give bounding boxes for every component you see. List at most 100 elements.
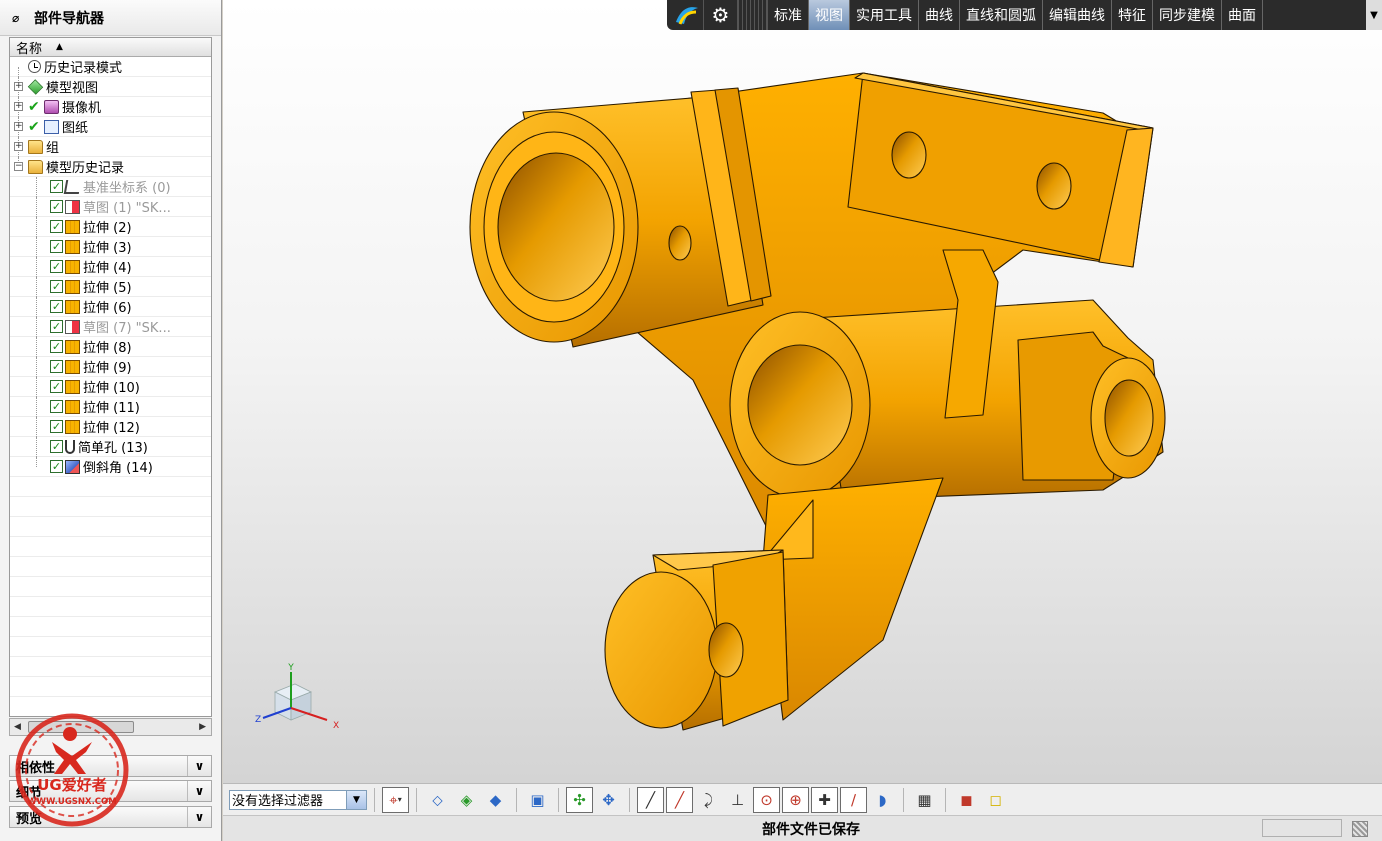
tree-node-model-views[interactable]: + 模型视图 [10,77,211,97]
type-filter-dropdown[interactable]: 没有选择过滤器 ▼ [229,789,367,810]
feature-label: 拉伸 (5) [83,281,132,296]
ribbon-tab[interactable]: 视图 [809,0,850,30]
ribbon-tab[interactable]: 标准 [768,0,809,30]
chevron-down-icon[interactable]: ∨ [187,756,211,776]
visibility-checkbox[interactable]: ✓ [50,240,63,253]
column-header-name[interactable]: 名称 ▲ [10,38,211,57]
logo-url-text: WWW.UGSNX.COM [27,797,116,807]
snap-intersection-icon[interactable]: ⊥ [724,787,751,813]
ribbon-tab[interactable]: 曲线 [919,0,960,30]
visibility-checkbox[interactable]: ✓ [50,380,63,393]
visibility-checkbox[interactable]: ✓ [50,360,63,373]
feature-row[interactable]: ✓ 拉伸 (12) [10,417,211,437]
sketch-icon [65,319,80,334]
feature-row[interactable]: ✓ 拉伸 (4) [10,257,211,277]
scroll-right-icon[interactable]: ▶ [199,722,206,732]
dropdown-arrow-icon[interactable]: ▼ [346,790,366,809]
feature-row[interactable]: ✓ 拉伸 (2) [10,217,211,237]
visibility-checkbox[interactable]: ✓ [50,400,63,413]
tree-node-cameras[interactable]: + ✔ 摄像机 [10,97,211,117]
chamfer-icon [65,459,80,474]
feature-row[interactable]: ✓ 简单孔 (13) [10,437,211,457]
ribbon-tab[interactable]: 直线和圆弧 [960,0,1043,30]
ribbon-tab[interactable]: 曲面 [1222,0,1263,30]
snap-midpoint-icon[interactable]: ╱ [666,786,693,813]
feature-row[interactable]: ✓ 草图 (7) "SK... [10,317,211,337]
visibility-checkbox[interactable]: ✓ [50,260,63,273]
ribbon-tab[interactable]: 同步建模 [1153,0,1222,30]
snap-quadrant-icon[interactable]: ⊕ [782,786,809,813]
tree-node-drawings[interactable]: + ✔ 图纸 [10,117,211,137]
toolbar-grid-icon[interactable] [738,0,768,30]
feature-list: ✓ 基准坐标系 (0) ✓ 草图 (1) "SK... ✓ 拉伸 (2) ✓ 拉伸 (3) ✓ 拉… [10,177,211,697]
feature-row[interactable]: ✓ 拉伸 (5) [10,277,211,297]
visibility-checkbox[interactable]: ✓ [50,420,63,433]
visibility-checkbox[interactable]: ✓ [50,200,63,213]
folder-open-icon [28,159,43,174]
navigator-tree[interactable]: 名称 ▲ 历史记录模式 + 模型视图 + ✔ 摄像机 + ✔ 图纸 + 组 − … [9,37,212,717]
visibility-checkbox[interactable]: ✓ [50,180,63,193]
ribbon-overflow-icon[interactable]: ▼ [1366,0,1382,30]
select-face-icon[interactable]: ◆ [482,787,509,813]
feature-row[interactable]: ✓ 拉伸 (8) [10,337,211,357]
nx-logo-icon[interactable] [670,0,704,30]
feature-row[interactable]: ✓ 基准坐标系 (0) [10,177,211,197]
ribbon-tab[interactable]: 特征 [1112,0,1153,30]
snap-point-on-face-icon[interactable]: ◗ [869,787,896,813]
ribbon-tab[interactable]: 编辑曲线 [1043,0,1112,30]
feature-row[interactable]: ✓ 拉伸 (3) [10,237,211,257]
snap-point-on-curve-icon[interactable]: ∕ [840,786,867,813]
selection-cube-icon[interactable]: ▣ [524,787,551,813]
feature-row[interactable]: ✓ 倒斜角 (14) [10,457,211,477]
snap-arc-center-icon[interactable]: ⊙ [753,786,780,813]
wireframe-cube-red-icon[interactable]: ◼ [953,787,980,813]
tree-node-model-history[interactable]: − 模型历史记录 [10,157,211,177]
type-filter-value: 没有选择过滤器 [232,794,324,809]
feature-row[interactable]: ✓ 拉伸 (6) [10,297,211,317]
grid-icon[interactable]: ▦ [911,787,938,813]
expand-icon[interactable]: + [14,142,23,151]
visibility-checkbox[interactable]: ✓ [50,340,63,353]
extrude-icon [65,259,80,274]
expand-icon[interactable]: + [14,82,23,91]
ribbon-tab[interactable]: 实用工具 [850,0,919,30]
status-resize-icon[interactable] [1352,821,1368,837]
expand-icon[interactable]: + [14,122,23,131]
feature-row[interactable]: ✓ 草图 (1) "SK... [10,197,211,217]
expand-icon[interactable]: + [14,102,23,111]
select-feature-icon[interactable]: ⬦ [424,787,451,813]
tree-node-history-mode[interactable]: 历史记录模式 [10,57,211,77]
pin-icon[interactable]: ⌀ [12,11,34,25]
chevron-down-icon[interactable]: ∨ [187,807,211,827]
feature-row[interactable]: ✓ 拉伸 (9) [10,357,211,377]
collapse-icon[interactable]: − [14,162,23,171]
visibility-checkbox[interactable]: ✓ [50,220,63,233]
navigator-title-bar: ⌀ 部件导航器 [0,0,221,36]
tree-node-groups[interactable]: + 组 [10,137,211,157]
feature-row[interactable]: ✓ 拉伸 (11) [10,397,211,417]
visibility-checkbox[interactable]: ✓ [50,460,63,473]
snap-endpoint-icon[interactable]: ╱ [637,786,664,813]
feature-label: 拉伸 (4) [83,261,132,276]
visibility-checkbox[interactable]: ✓ [50,440,63,453]
visibility-checkbox[interactable]: ✓ [50,300,63,313]
gear-icon[interactable]: ⚙ [704,0,738,30]
snap-control-point-icon[interactable]: ⤸ [695,787,722,813]
graphics-window[interactable]: Y X Z [223,0,1382,783]
feature-row[interactable]: ✓ 拉伸 (10) [10,377,211,397]
select-body-icon[interactable]: ◈ [453,787,480,813]
wireframe-cube-yellow-icon[interactable]: ◻ [982,787,1009,813]
visibility-checkbox[interactable]: ✓ [50,280,63,293]
snap-point-icon[interactable]: ✣ [566,786,593,813]
bracket-3d-model[interactable] [223,0,1382,783]
chevron-down-icon[interactable]: ∨ [187,781,211,801]
toolbar-separator [903,787,904,812]
toolbar-separator [945,787,946,812]
visibility-checkbox[interactable]: ✓ [50,320,63,333]
ribbon-bar: ⚙ 标准 视图 实用工具 曲线 直线和圆弧 编辑曲线 特征 同步建模 曲面 ▼ [667,0,1382,30]
extrude-icon [65,419,80,434]
snap-settings-icon[interactable]: ✥ [595,787,622,813]
ribbon-tabs: 标准 视图 实用工具 曲线 直线和圆弧 编辑曲线 特征 同步建模 曲面 [768,0,1263,30]
selection-scope-icon[interactable]: ⌖ ▾ [382,786,409,813]
snap-existing-point-icon[interactable]: ✚ [811,786,838,813]
